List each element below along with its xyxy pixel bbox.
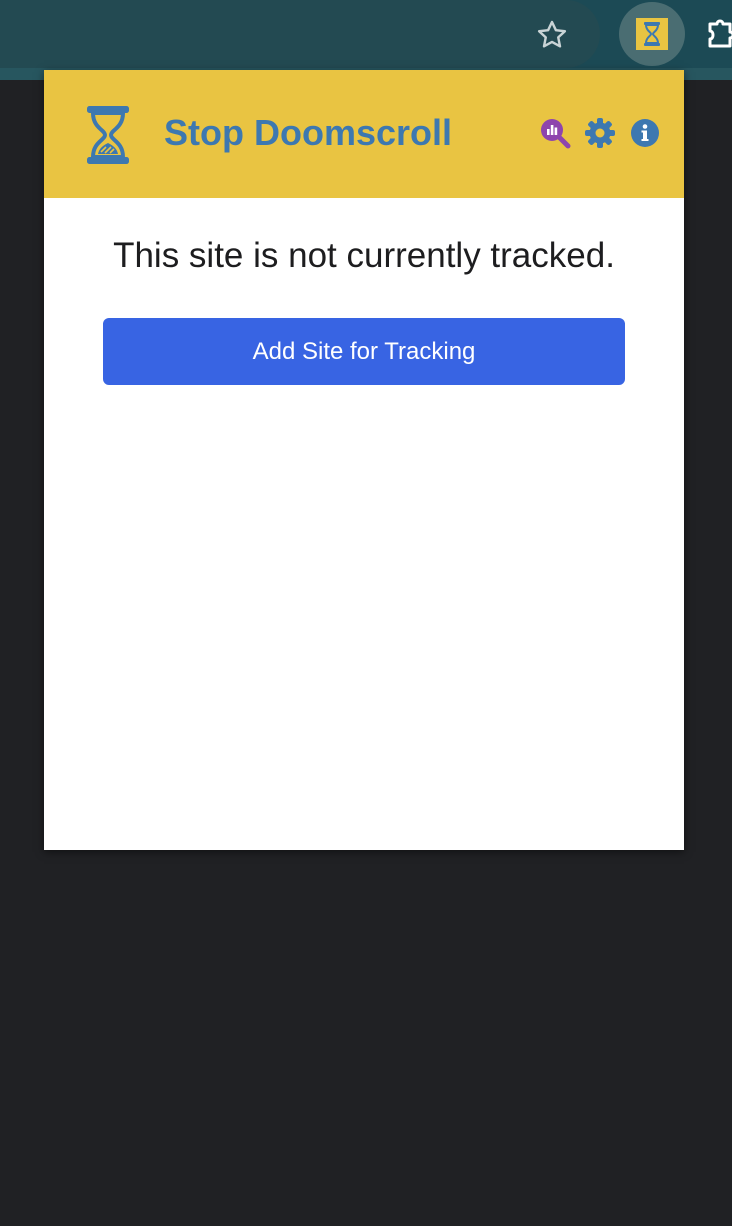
extension-popup: Stop Doomscroll This site is not current… xyxy=(44,70,684,850)
bookmark-star-icon[interactable] xyxy=(532,15,572,55)
add-site-button[interactable]: Add Site for Tracking xyxy=(103,318,625,385)
puzzle-icon[interactable] xyxy=(700,14,732,54)
not-tracked-message: This site is not currently tracked. xyxy=(113,236,615,275)
info-icon[interactable] xyxy=(628,116,662,150)
browser-toolbar xyxy=(0,0,732,80)
gear-icon[interactable] xyxy=(583,116,617,150)
extension-button[interactable] xyxy=(619,2,685,66)
popup-header: Stop Doomscroll xyxy=(44,70,684,198)
analytics-search-icon[interactable] xyxy=(538,116,572,150)
address-bar[interactable] xyxy=(0,0,600,68)
app-title: Stop Doomscroll xyxy=(164,112,453,153)
hourglass-icon xyxy=(84,104,132,166)
hourglass-icon xyxy=(636,18,668,50)
